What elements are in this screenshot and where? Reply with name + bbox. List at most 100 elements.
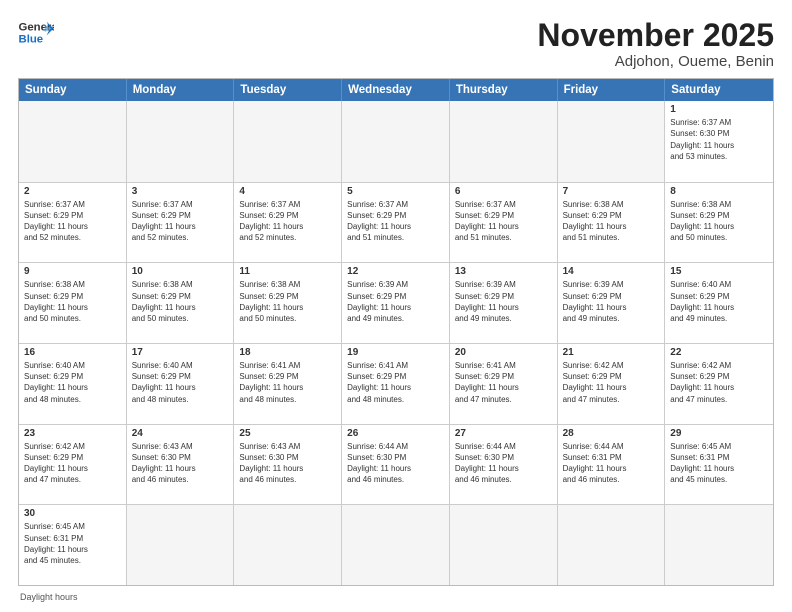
calendar-week-3: 9Sunrise: 6:38 AM Sunset: 6:29 PM Daylig… bbox=[19, 262, 773, 343]
weekday-header-thursday: Thursday bbox=[450, 79, 558, 101]
calendar: SundayMondayTuesdayWednesdayThursdayFrid… bbox=[18, 78, 774, 586]
day-info: Sunrise: 6:43 AM Sunset: 6:30 PM Dayligh… bbox=[239, 441, 336, 486]
day-info: Sunrise: 6:37 AM Sunset: 6:29 PM Dayligh… bbox=[455, 199, 552, 244]
day-info: Sunrise: 6:40 AM Sunset: 6:29 PM Dayligh… bbox=[24, 360, 121, 405]
calendar-week-6: 30 Sunrise: 6:45 AM Sunset: 6:31 PM Dayli… bbox=[19, 504, 773, 585]
calendar-day-24: 24Sunrise: 6:43 AM Sunset: 6:30 PM Dayli… bbox=[127, 425, 235, 505]
weekday-header-friday: Friday bbox=[558, 79, 666, 101]
calendar-day-16: 16Sunrise: 6:40 AM Sunset: 6:29 PM Dayli… bbox=[19, 344, 127, 424]
calendar-header: SundayMondayTuesdayWednesdayThursdayFrid… bbox=[19, 79, 773, 101]
calendar-day-empty bbox=[19, 101, 127, 182]
day-number: 30 bbox=[24, 508, 121, 519]
weekday-header-tuesday: Tuesday bbox=[234, 79, 342, 101]
day-info: Sunrise: 6:41 AM Sunset: 6:29 PM Dayligh… bbox=[239, 360, 336, 405]
calendar-day-9: 9Sunrise: 6:38 AM Sunset: 6:29 PM Daylig… bbox=[19, 263, 127, 343]
calendar-day-4: 4Sunrise: 6:37 AM Sunset: 6:29 PM Daylig… bbox=[234, 183, 342, 263]
calendar-day-23: 23Sunrise: 6:42 AM Sunset: 6:29 PM Dayli… bbox=[19, 425, 127, 505]
weekday-header-sunday: Sunday bbox=[19, 79, 127, 101]
weekday-header-saturday: Saturday bbox=[665, 79, 773, 101]
day-number: 17 bbox=[132, 347, 229, 358]
day-info: Sunrise: 6:44 AM Sunset: 6:30 PM Dayligh… bbox=[347, 441, 444, 486]
day-number: 26 bbox=[347, 428, 444, 439]
day-number: 18 bbox=[239, 347, 336, 358]
calendar-day-empty bbox=[234, 101, 342, 182]
day-info: Sunrise: 6:38 AM Sunset: 6:29 PM Dayligh… bbox=[563, 199, 660, 244]
day-info: Sunrise: 6:39 AM Sunset: 6:29 PM Dayligh… bbox=[347, 279, 444, 324]
day-info: Sunrise: 6:39 AM Sunset: 6:29 PM Dayligh… bbox=[455, 279, 552, 324]
day-info: Sunrise: 6:38 AM Sunset: 6:29 PM Dayligh… bbox=[239, 279, 336, 324]
day-number: 21 bbox=[563, 347, 660, 358]
day-info: Sunrise: 6:42 AM Sunset: 6:29 PM Dayligh… bbox=[24, 441, 121, 486]
day-info: Sunrise: 6:38 AM Sunset: 6:29 PM Dayligh… bbox=[24, 279, 121, 324]
calendar-day-19: 19 Sunrise: 6:41 AM Sunset: 6:29 PM Dayli… bbox=[342, 344, 450, 424]
calendar-day-30: 30 Sunrise: 6:45 AM Sunset: 6:31 PM Dayli… bbox=[19, 505, 127, 585]
day-number: 7 bbox=[563, 186, 660, 197]
day-number: 10 bbox=[132, 266, 229, 277]
day-number: 13 bbox=[455, 266, 552, 277]
calendar-body: 1Sunrise: 6:37 AM Sunset: 6:30 PM Daylig… bbox=[19, 101, 773, 585]
day-number: 2 bbox=[24, 186, 121, 197]
day-info: Sunrise: 6:38 AM Sunset: 6:29 PM Dayligh… bbox=[132, 279, 229, 324]
title-block: November 2025 Adjohon, Oueme, Benin bbox=[537, 18, 774, 70]
day-number: 15 bbox=[670, 266, 768, 277]
day-info: Sunrise: 6:45 AM Sunset: 6:31 PM Dayligh… bbox=[670, 441, 768, 486]
weekday-header-wednesday: Wednesday bbox=[342, 79, 450, 101]
day-info: Sunrise: 6:42 AM Sunset: 6:29 PM Dayligh… bbox=[670, 360, 768, 405]
calendar-week-4: 16Sunrise: 6:40 AM Sunset: 6:29 PM Dayli… bbox=[19, 343, 773, 424]
day-info: Sunrise: 6:39 AM Sunset: 6:29 PM Dayligh… bbox=[563, 279, 660, 324]
calendar-day-1: 1Sunrise: 6:37 AM Sunset: 6:30 PM Daylig… bbox=[665, 101, 773, 182]
calendar-day-22: 22 Sunrise: 6:42 AM Sunset: 6:29 PM Dayli… bbox=[665, 344, 773, 424]
page-subtitle: Adjohon, Oueme, Benin bbox=[537, 53, 774, 70]
calendar-day-empty bbox=[450, 505, 558, 585]
day-info: Sunrise: 6:40 AM Sunset: 6:29 PM Dayligh… bbox=[132, 360, 229, 405]
calendar-day-20: 20 Sunrise: 6:41 AM Sunset: 6:29 PM Dayli… bbox=[450, 344, 558, 424]
logo: General Blue bbox=[18, 18, 54, 46]
day-info: Sunrise: 6:37 AM Sunset: 6:29 PM Dayligh… bbox=[347, 199, 444, 244]
calendar-day-empty bbox=[127, 505, 235, 585]
calendar-week-2: 2 Sunrise: 6:37 AM Sunset: 6:29 PM Daylig… bbox=[19, 182, 773, 263]
calendar-week-5: 23Sunrise: 6:42 AM Sunset: 6:29 PM Dayli… bbox=[19, 424, 773, 505]
calendar-week-1: 1Sunrise: 6:37 AM Sunset: 6:30 PM Daylig… bbox=[19, 101, 773, 182]
day-number: 8 bbox=[670, 186, 768, 197]
day-number: 3 bbox=[132, 186, 229, 197]
day-number: 29 bbox=[670, 428, 768, 439]
calendar-day-empty bbox=[558, 505, 666, 585]
calendar-day-empty bbox=[342, 505, 450, 585]
day-info: Sunrise: 6:37 AM Sunset: 6:29 PM Dayligh… bbox=[24, 199, 121, 244]
calendar-day-12: 12 Sunrise: 6:39 AM Sunset: 6:29 PM Dayli… bbox=[342, 263, 450, 343]
day-number: 22 bbox=[670, 347, 768, 358]
calendar-day-21: 21Sunrise: 6:42 AM Sunset: 6:29 PM Dayli… bbox=[558, 344, 666, 424]
calendar-day-5: 5 Sunrise: 6:37 AM Sunset: 6:29 PM Daylig… bbox=[342, 183, 450, 263]
calendar-day-empty bbox=[234, 505, 342, 585]
weekday-header-monday: Monday bbox=[127, 79, 235, 101]
day-number: 19 bbox=[347, 347, 444, 358]
calendar-day-13: 13 Sunrise: 6:39 AM Sunset: 6:29 PM Dayli… bbox=[450, 263, 558, 343]
header: General Blue November 2025 Adjohon, Ouem… bbox=[18, 18, 774, 70]
calendar-day-empty bbox=[665, 505, 773, 585]
day-number: 20 bbox=[455, 347, 552, 358]
day-info: Sunrise: 6:44 AM Sunset: 6:31 PM Dayligh… bbox=[563, 441, 660, 486]
day-number: 6 bbox=[455, 186, 552, 197]
calendar-day-29: 29 Sunrise: 6:45 AM Sunset: 6:31 PM Dayli… bbox=[665, 425, 773, 505]
day-info: Sunrise: 6:45 AM Sunset: 6:31 PM Dayligh… bbox=[24, 521, 121, 566]
generalblue-logo-icon: General Blue bbox=[18, 18, 54, 46]
page-title: November 2025 bbox=[537, 18, 774, 53]
calendar-day-6: 6 Sunrise: 6:37 AM Sunset: 6:29 PM Daylig… bbox=[450, 183, 558, 263]
calendar-day-empty bbox=[342, 101, 450, 182]
day-info: Sunrise: 6:41 AM Sunset: 6:29 PM Dayligh… bbox=[455, 360, 552, 405]
calendar-day-empty bbox=[127, 101, 235, 182]
day-info: Sunrise: 6:37 AM Sunset: 6:29 PM Dayligh… bbox=[132, 199, 229, 244]
calendar-day-14: 14 Sunrise: 6:39 AM Sunset: 6:29 PM Dayli… bbox=[558, 263, 666, 343]
day-number: 11 bbox=[239, 266, 336, 277]
day-number: 25 bbox=[239, 428, 336, 439]
day-number: 12 bbox=[347, 266, 444, 277]
calendar-day-15: 15Sunrise: 6:40 AM Sunset: 6:29 PM Dayli… bbox=[665, 263, 773, 343]
calendar-day-3: 3 Sunrise: 6:37 AM Sunset: 6:29 PM Daylig… bbox=[127, 183, 235, 263]
day-info: Sunrise: 6:41 AM Sunset: 6:29 PM Dayligh… bbox=[347, 360, 444, 405]
day-number: 14 bbox=[563, 266, 660, 277]
calendar-day-7: 7 Sunrise: 6:38 AM Sunset: 6:29 PM Daylig… bbox=[558, 183, 666, 263]
day-info: Sunrise: 6:38 AM Sunset: 6:29 PM Dayligh… bbox=[670, 199, 768, 244]
day-number: 5 bbox=[347, 186, 444, 197]
calendar-day-28: 28Sunrise: 6:44 AM Sunset: 6:31 PM Dayli… bbox=[558, 425, 666, 505]
calendar-day-10: 10 Sunrise: 6:38 AM Sunset: 6:29 PM Dayli… bbox=[127, 263, 235, 343]
